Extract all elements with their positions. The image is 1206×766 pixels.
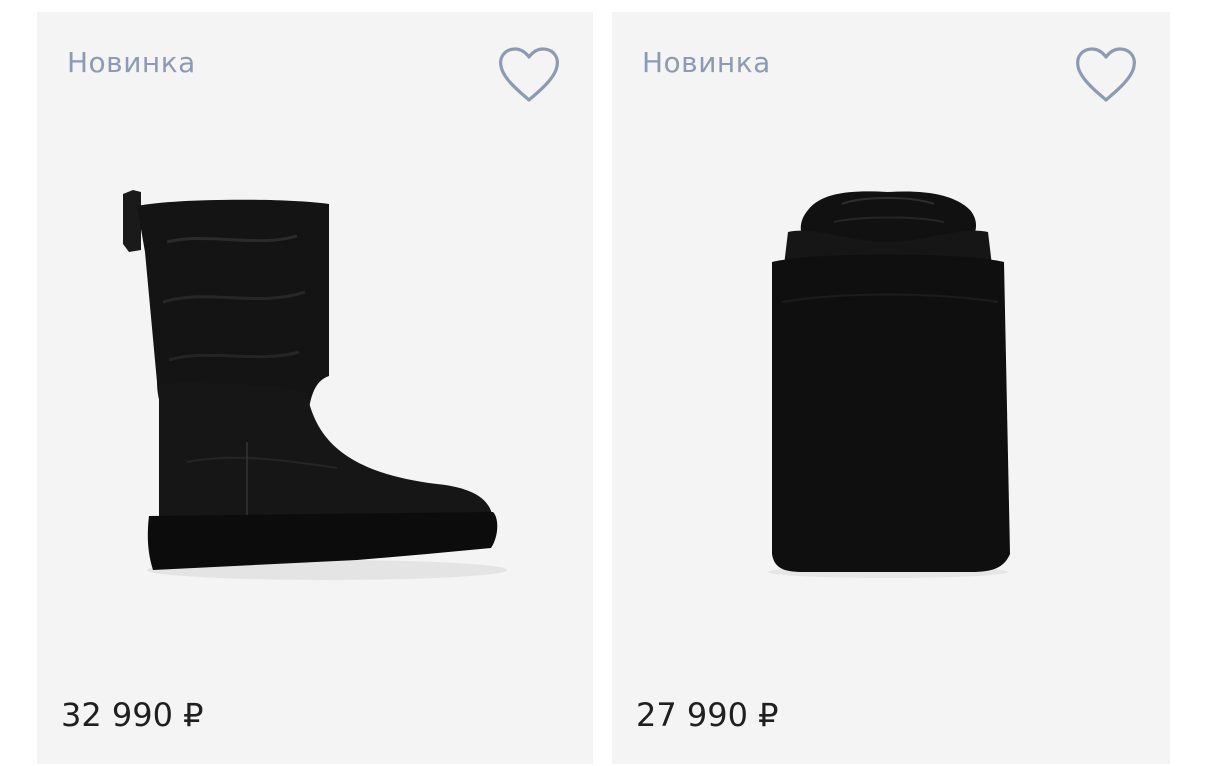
product-grid: Новинка 32 990 ₽ Новинка 27 990 ₽ [0, 0, 1206, 766]
product-image-boot[interactable] [37, 132, 593, 652]
new-badge: Новинка [642, 46, 771, 79]
product-price: 32 990 ₽ [61, 696, 204, 734]
product-card[interactable]: Новинка 27 990 ₽ [612, 12, 1170, 764]
product-price: 27 990 ₽ [636, 696, 779, 734]
heart-outline-icon[interactable] [1074, 46, 1138, 106]
heart-outline-icon[interactable] [497, 46, 561, 106]
product-image-bag[interactable] [612, 132, 1170, 652]
product-card[interactable]: Новинка 32 990 ₽ [37, 12, 593, 764]
new-badge: Новинка [67, 46, 196, 79]
